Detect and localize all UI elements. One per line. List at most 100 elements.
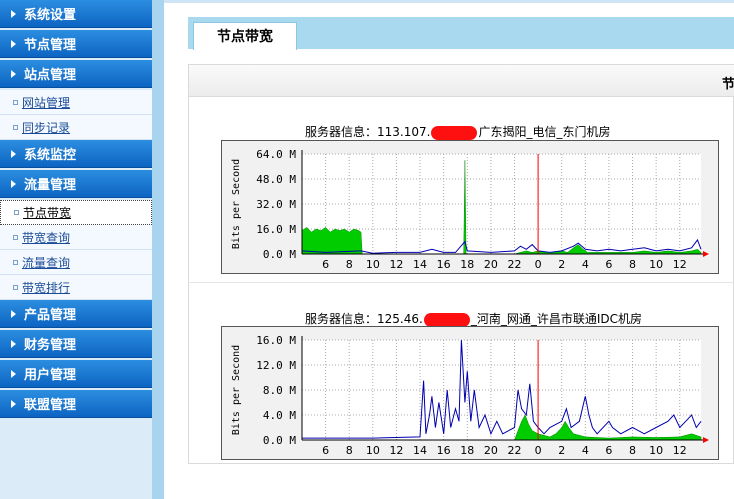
y-tick-label: 32.0 M xyxy=(256,198,296,211)
sidebar-item-label: 网站管理 xyxy=(22,95,71,110)
x-tick-label: 8 xyxy=(629,444,636,457)
sidebar-section-4[interactable]: 系统监控 xyxy=(0,140,152,168)
sidebar-item-label: 同步记录 xyxy=(22,120,71,135)
arrow-right-icon xyxy=(11,9,16,18)
sidebar-item-label: 带宽查询 xyxy=(22,230,71,245)
y-tick-label: 12.0 M xyxy=(256,359,296,372)
sidebar-section-9[interactable]: 联盟管理 xyxy=(0,390,152,418)
y-tick-label: 0.0 M xyxy=(263,248,296,261)
arrow-right-icon xyxy=(11,39,16,48)
bullet-icon xyxy=(13,234,18,240)
x-tick-label: 2 xyxy=(558,444,565,457)
y-tick-label: 4.0 M xyxy=(263,409,296,422)
x-tick-label: 8 xyxy=(346,258,353,271)
x-tick-label: 6 xyxy=(322,258,329,271)
arrow-right-icon xyxy=(11,339,16,348)
server-info-prefix: 服务器信息：125.46. xyxy=(305,312,423,326)
sidebar-section-6[interactable]: 产品管理 xyxy=(0,300,152,328)
redaction-mark xyxy=(431,125,478,140)
server-info-prefix: 服务器信息：113.107. xyxy=(305,125,431,139)
sidebar-section-label: 产品管理 xyxy=(24,308,77,323)
sidebar-section-label: 流量管理 xyxy=(24,178,77,193)
x-tick-label: 20 xyxy=(484,258,498,271)
panel-divider xyxy=(189,282,734,283)
y-axis-label: Bits per Second xyxy=(231,345,242,435)
x-tick-label: 10 xyxy=(649,258,663,271)
x-tick-label: 16 xyxy=(437,258,451,271)
x-tick-label: 10 xyxy=(649,444,663,457)
bullet-icon xyxy=(13,99,18,105)
server-info-1: 服务器信息：113.107. 广东揭阳_电信_东门机房 xyxy=(305,123,610,140)
sidebar-section-label: 联盟管理 xyxy=(24,398,77,413)
x-tick-label: 0 xyxy=(535,444,542,457)
x-tick-label: 8 xyxy=(629,258,636,271)
sidebar-item-label: 带宽排行 xyxy=(22,280,71,295)
x-tick-label: 16 xyxy=(437,444,451,457)
arrow-right-icon xyxy=(11,369,16,378)
x-tick-label: 12 xyxy=(673,444,687,457)
sidebar-section-8[interactable]: 用户管理 xyxy=(0,360,152,388)
bandwidth-chart-2: 6 8 10 12 14 16 18 20 22 0 2 4 6 8 10 12 16.0 M 12.0 M 8.0… xyxy=(221,326,719,460)
sidebar: 系统设置节点管理站点管理网站管理同步记录系统监控流量管理节点带宽带宽查询流量查询… xyxy=(0,0,152,499)
x-tick-label: 6 xyxy=(605,444,612,457)
x-tick-label: 20 xyxy=(484,444,498,457)
x-tick-label: 14 xyxy=(413,444,427,457)
page-title-tab: 节点带宽 xyxy=(193,22,297,50)
x-tick-label: 4 xyxy=(582,444,589,457)
sidebar-item[interactable]: 带宽排行 xyxy=(0,275,152,300)
sidebar-section-label: 站点管理 xyxy=(24,68,77,83)
arrow-right-icon xyxy=(11,399,16,408)
sidebar-item[interactable]: 节点带宽 xyxy=(0,200,152,225)
arrow-right-icon xyxy=(11,179,16,188)
y-tick-label: 16.0 M xyxy=(256,223,296,236)
bandwidth-panel: 节 服务器信息：113.107. 广东揭阳_电信_东门机房 6 8 10 12 14 16 1… xyxy=(188,64,734,464)
x-tick-label: 10 xyxy=(366,258,380,271)
sidebar-section-3[interactable]: 站点管理 xyxy=(0,60,152,88)
sidebar-section-label: 财务管理 xyxy=(24,338,77,353)
y-tick-label: 0.0 M xyxy=(263,434,296,447)
sidebar-item[interactable]: 带宽查询 xyxy=(0,225,152,250)
x-tick-label: 14 xyxy=(413,258,427,271)
sidebar-item[interactable]: 网站管理 xyxy=(0,90,152,115)
chart-svg: 6 8 10 12 14 16 18 20 22 0 2 4 6 8 10 12 16.0 M 12.0 M 8.0… xyxy=(221,326,719,460)
top-line xyxy=(164,0,734,3)
arrow-right-icon xyxy=(11,309,16,318)
bullet-icon xyxy=(13,259,18,265)
y-tick-label: 8.0 M xyxy=(263,384,296,397)
x-tick-label: 18 xyxy=(460,258,474,271)
sidebar-section-2[interactable]: 节点管理 xyxy=(0,30,152,58)
redaction-mark xyxy=(423,312,470,327)
bullet-icon xyxy=(13,124,18,130)
x-tick-label: 12 xyxy=(673,258,687,271)
arrow-right-icon xyxy=(11,69,16,78)
panel-header: 节 xyxy=(189,65,734,97)
sidebar-section-label: 系统监控 xyxy=(24,148,77,163)
x-tick-label: 12 xyxy=(389,258,403,271)
sidebar-splitter[interactable] xyxy=(152,0,164,499)
x-tick-label: 4 xyxy=(582,258,589,271)
x-tick-label: 18 xyxy=(460,444,474,457)
x-tick-label: 22 xyxy=(507,258,521,271)
server-info-suffix: _河南_网通_许昌市联通IDC机房 xyxy=(470,312,642,326)
sidebar-section-5[interactable]: 流量管理 xyxy=(0,170,152,198)
arrow-right-icon xyxy=(11,149,16,158)
sidebar-section-1[interactable]: 系统设置 xyxy=(0,0,152,28)
sidebar-item-label: 流量查询 xyxy=(22,255,71,270)
y-tick-label: 16.0 M xyxy=(256,334,296,347)
sidebar-section-label: 节点管理 xyxy=(24,38,77,53)
sidebar-item[interactable]: 流量查询 xyxy=(0,250,152,275)
y-axis-label: Bits per Second xyxy=(231,159,242,249)
x-tick-label: 10 xyxy=(366,444,380,457)
bullet-icon xyxy=(14,210,19,215)
x-tick-label: 22 xyxy=(507,444,521,457)
panel-header-text: 节 xyxy=(721,77,734,92)
x-tick-label: 0 xyxy=(535,258,542,271)
x-tick-label: 6 xyxy=(322,444,329,457)
sidebar-item[interactable]: 同步记录 xyxy=(0,115,152,140)
bandwidth-chart-1: 6 8 10 12 14 16 18 20 22 0 2 4 6 8 10 12 64.0 M 48.0 M 32.… xyxy=(221,140,719,274)
x-tick-label: 6 xyxy=(605,258,612,271)
sidebar-section-label: 系统设置 xyxy=(24,8,77,23)
x-tick-label: 12 xyxy=(389,444,403,457)
x-tick-label: 2 xyxy=(558,258,565,271)
sidebar-section-7[interactable]: 财务管理 xyxy=(0,330,152,358)
